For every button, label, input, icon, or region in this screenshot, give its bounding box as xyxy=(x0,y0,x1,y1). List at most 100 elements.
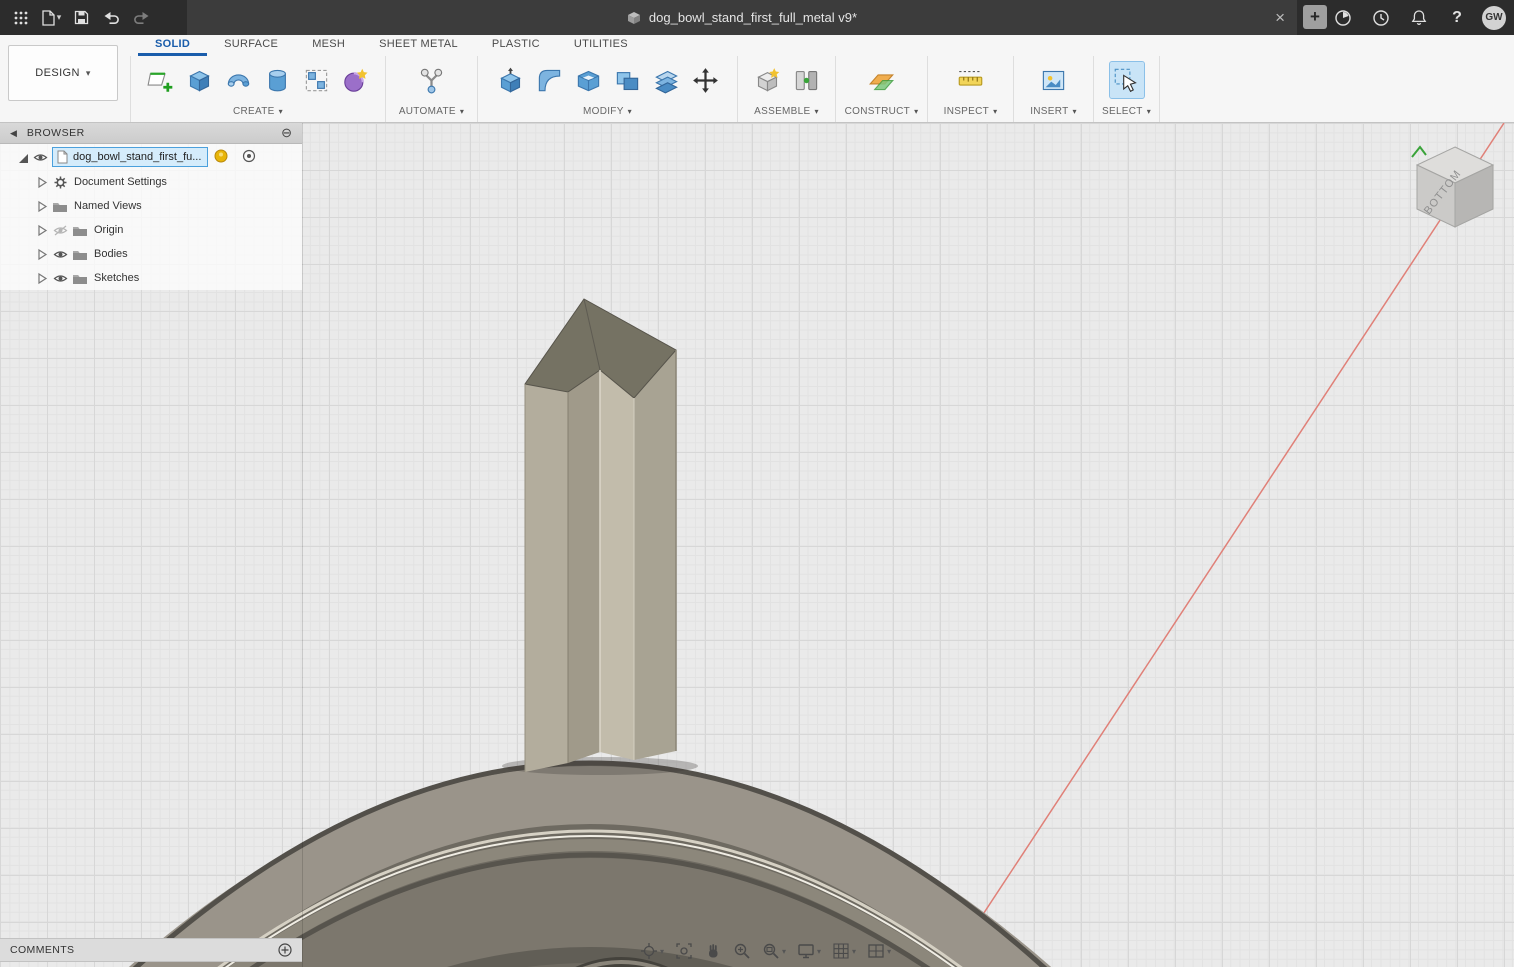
modify-group-dropdown[interactable]: MODIFY▾ xyxy=(583,102,632,120)
create-box-button[interactable] xyxy=(183,62,217,98)
fit-tool[interactable]: ▾ xyxy=(760,940,788,962)
component-doc-icon xyxy=(56,150,69,164)
display-settings[interactable]: ▾ xyxy=(795,940,823,962)
measure-button[interactable] xyxy=(954,62,988,98)
expand-collapse-icon[interactable] xyxy=(14,151,30,164)
tab-solid[interactable]: SOLID xyxy=(138,35,207,56)
construct-group-dropdown[interactable]: CONSTRUCT▾ xyxy=(845,102,919,120)
offset-face-button[interactable] xyxy=(649,62,683,98)
fillet-button[interactable] xyxy=(532,62,566,98)
select-group-dropdown[interactable]: SELECT▾ xyxy=(1102,102,1151,120)
joint-button[interactable] xyxy=(789,62,823,98)
eye-icon xyxy=(33,152,48,163)
create-pipe-button[interactable] xyxy=(222,62,256,98)
design-mode-label: DESIGN xyxy=(35,67,80,79)
user-avatar[interactable]: GW xyxy=(1482,6,1506,30)
document-status-icon[interactable] xyxy=(214,149,228,166)
zoom-tool[interactable] xyxy=(731,940,753,962)
create-sketch-button[interactable] xyxy=(144,62,178,98)
orbit-tool[interactable]: ▾ xyxy=(638,940,666,962)
tab-utilities[interactable]: UTILITIES xyxy=(557,35,645,56)
pan-tool[interactable] xyxy=(702,940,724,962)
caret-down-icon: ▾ xyxy=(1072,107,1076,116)
construct-plane-button[interactable] xyxy=(865,62,899,98)
view-cube[interactable]: BOTTOM xyxy=(1400,135,1510,235)
undo-button[interactable] xyxy=(98,4,124,32)
close-tab-button[interactable]: × xyxy=(1275,0,1285,35)
joint-icon xyxy=(793,67,820,94)
caret-down-icon: ▾ xyxy=(914,107,918,116)
new-tab-button[interactable]: + xyxy=(1303,5,1327,29)
root-component-name[interactable]: dog_bowl_stand_first_fu... xyxy=(52,147,208,167)
caret-down-icon: ▾ xyxy=(993,107,997,116)
save-button[interactable] xyxy=(68,4,94,32)
add-comment-icon[interactable] xyxy=(278,943,292,957)
app-menu-button[interactable] xyxy=(8,4,34,32)
expand-collapse-icon[interactable] xyxy=(34,176,50,189)
look-at-tool[interactable] xyxy=(673,940,695,962)
automate-group-dropdown[interactable]: AUTOMATE▾ xyxy=(399,102,464,120)
browser-root-row[interactable]: dog_bowl_stand_first_fu... xyxy=(0,144,302,170)
navigation-bar: ▾ ▾ ▾ ▾ ▾ xyxy=(638,938,893,964)
design-mode-dropdown[interactable]: DESIGN ▾ xyxy=(8,45,118,101)
fusion-app-window: ▾ xyxy=(0,0,1514,967)
automate-button[interactable] xyxy=(415,62,449,98)
tab-mesh[interactable]: MESH xyxy=(295,35,362,56)
tab-plastic[interactable]: PLASTIC xyxy=(475,35,557,56)
viewports-icon xyxy=(867,942,885,960)
viewports-settings[interactable]: ▾ xyxy=(865,940,893,962)
expand-collapse-icon[interactable] xyxy=(34,272,50,285)
expand-collapse-icon[interactable] xyxy=(34,248,50,261)
press-pull-button[interactable] xyxy=(493,62,527,98)
grid-settings[interactable]: ▾ xyxy=(830,940,858,962)
create-form-button[interactable] xyxy=(339,62,373,98)
inspect-group-dropdown[interactable]: INSPECT▾ xyxy=(944,102,998,120)
browser-row-document-settings[interactable]: Document Settings xyxy=(0,170,302,194)
caret-down-icon: ▾ xyxy=(887,947,891,956)
combine-button[interactable] xyxy=(610,62,644,98)
fit-icon xyxy=(762,942,780,960)
notifications-button[interactable] xyxy=(1406,4,1432,32)
browser-row-origin[interactable]: Origin xyxy=(0,218,302,242)
insert-group-dropdown[interactable]: INSERT▾ xyxy=(1030,102,1077,120)
create-pattern-button[interactable] xyxy=(300,62,334,98)
move-button[interactable] xyxy=(688,62,722,98)
visibility-eye-off-icon[interactable] xyxy=(50,225,70,236)
create-cylinder-button[interactable] xyxy=(261,62,295,98)
redo-button[interactable] xyxy=(128,4,154,32)
minimize-panel-icon[interactable]: ⊖ xyxy=(281,125,292,141)
caret-down-icon: ▾ xyxy=(814,107,818,116)
expand-collapse-icon[interactable] xyxy=(34,200,50,213)
create-group-dropdown[interactable]: CREATE▾ xyxy=(233,102,283,120)
panel-divider[interactable] xyxy=(302,123,303,967)
comments-bar[interactable]: COMMENTS xyxy=(0,938,302,962)
visibility-eye-icon[interactable] xyxy=(50,249,70,260)
assemble-group-dropdown[interactable]: ASSEMBLE▾ xyxy=(754,102,819,120)
browser-row-named-views[interactable]: Named Views xyxy=(0,194,302,218)
tab-surface[interactable]: SURFACE xyxy=(207,35,295,56)
title-bar-right-tools: ? GW xyxy=(1330,0,1506,35)
browser-row-sketches[interactable]: Sketches xyxy=(0,266,302,290)
expand-collapse-icon[interactable] xyxy=(34,224,50,237)
title-bar: ▾ xyxy=(0,0,1514,35)
help-button[interactable]: ? xyxy=(1444,4,1470,32)
undo-icon xyxy=(103,10,120,25)
collapse-panel-icon[interactable]: ◀ xyxy=(10,128,17,139)
new-component-button[interactable] xyxy=(750,62,784,98)
document-tab[interactable]: dog_bowl_stand_first_full_metal v9* × xyxy=(187,0,1297,35)
cylinder-icon xyxy=(264,67,291,94)
tab-sheet-metal[interactable]: SHEET METAL xyxy=(362,35,475,56)
document-cube-icon xyxy=(627,11,641,25)
collapsed-triangle-icon xyxy=(37,176,48,189)
browser-row-bodies[interactable]: Bodies xyxy=(0,242,302,266)
caret-down-icon: ▾ xyxy=(852,947,856,956)
visibility-eye-icon[interactable] xyxy=(50,273,70,284)
activate-component-radio[interactable] xyxy=(242,149,256,166)
file-menu-button[interactable]: ▾ xyxy=(38,4,64,32)
insert-canvas-button[interactable] xyxy=(1037,62,1071,98)
select-button[interactable] xyxy=(1110,62,1144,98)
shell-button[interactable] xyxy=(571,62,605,98)
history-button[interactable] xyxy=(1368,4,1394,32)
job-status-button[interactable] xyxy=(1330,4,1356,32)
visibility-eye-icon[interactable] xyxy=(30,152,50,163)
